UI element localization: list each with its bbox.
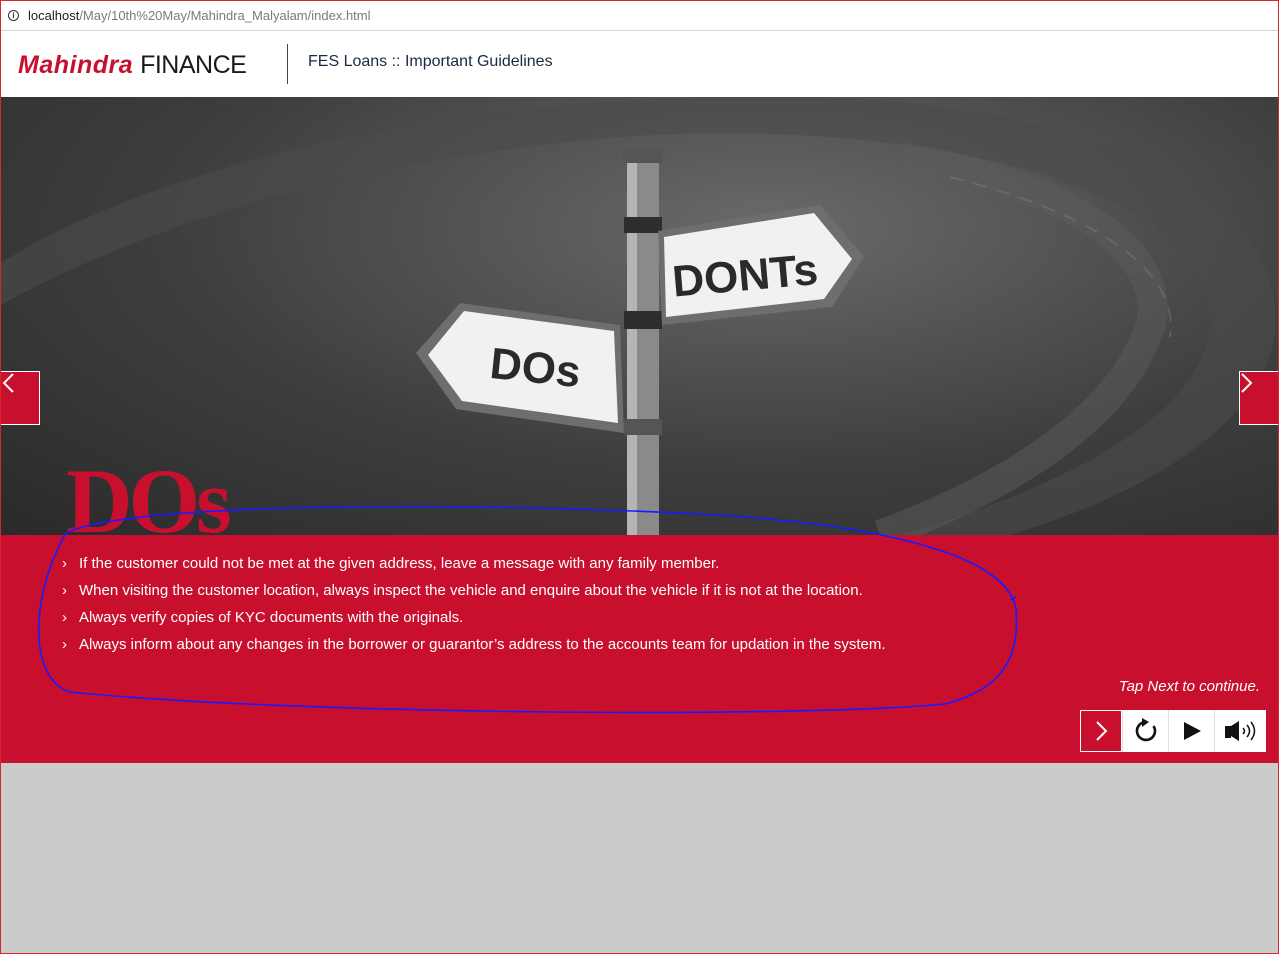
tap-next-hint: Tap Next to continue. xyxy=(1118,678,1260,695)
play-icon xyxy=(1183,722,1201,740)
info-icon[interactable]: i xyxy=(8,10,19,21)
replay-button[interactable] xyxy=(1122,710,1168,752)
address-bar[interactable]: i localhost/May/10th%20May/Mahindra_Maly… xyxy=(0,0,1279,31)
app-header: Mahindra FINANCE FES Loans :: Important … xyxy=(0,31,1279,97)
header-divider xyxy=(287,44,288,84)
list-item: › If the customer could not be met at the… xyxy=(62,554,886,581)
logo-word: FINANCE xyxy=(140,51,247,79)
guideline-text: Always inform about any changes in the b… xyxy=(79,636,886,653)
section-heading: DOs xyxy=(66,450,232,552)
list-item: › Always inform about any changes in the … xyxy=(62,635,886,662)
logo-brand: Mahindra xyxy=(18,51,134,79)
url-text[interactable]: localhost/May/10th%20May/Mahindra_Malyal… xyxy=(28,8,371,23)
url-host: localhost xyxy=(28,8,80,23)
guideline-text: If the customer could not be met at the … xyxy=(79,555,720,572)
speaker-icon xyxy=(1224,721,1255,741)
replay-icon xyxy=(1135,718,1156,742)
chevron-right-icon xyxy=(1096,721,1108,741)
list-item: › Always verify copies of KYC documents w… xyxy=(62,608,886,635)
audio-button[interactable] xyxy=(1214,710,1266,752)
guideline-text: When visiting the customer location, alw… xyxy=(79,582,863,599)
guideline-text: Always verify copies of KYC documents wi… xyxy=(79,609,464,626)
page-title: FES Loans :: Important Guidelines xyxy=(308,53,553,70)
player-controls xyxy=(1080,710,1266,752)
previous-slide-button[interactable] xyxy=(0,371,40,425)
sign-dos-text: DOs xyxy=(488,339,583,397)
next-button[interactable] xyxy=(1080,710,1122,752)
bullet-chevron-icon: › xyxy=(62,555,67,572)
play-button[interactable] xyxy=(1168,710,1214,752)
bullet-chevron-icon: › xyxy=(62,609,67,626)
mahindra-finance-logo: Mahindra FINANCE xyxy=(18,51,247,79)
next-slide-button[interactable] xyxy=(1239,371,1279,425)
bullet-chevron-icon: › xyxy=(62,636,67,653)
bullet-chevron-icon: › xyxy=(62,582,67,599)
chevron-left-icon xyxy=(2,373,14,393)
guidelines-panel: › If the customer could not be met at the… xyxy=(0,535,1279,763)
list-item: › When visiting the customer location, al… xyxy=(62,581,886,608)
chevron-right-icon xyxy=(1241,373,1253,393)
url-path: /May/10th%20May/Mahindra_Malyalam/index.… xyxy=(79,8,371,23)
guidelines-list: › If the customer could not be met at the… xyxy=(62,554,886,662)
